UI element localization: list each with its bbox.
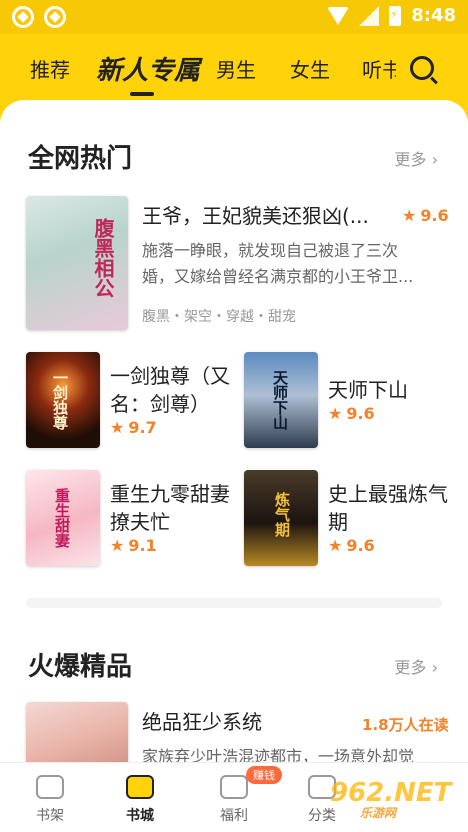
book-title[interactable]: 重生九零甜妻 撩夫忙 (110, 480, 240, 536)
book-rating: ★ 9.6 (402, 206, 449, 225)
more-link-hot[interactable]: 更多 › (395, 146, 439, 170)
bottom-nav-label: 书城 (126, 808, 154, 824)
site-watermark: 962.NET 乐游网 (330, 778, 452, 820)
star-icon: ★ (110, 536, 125, 555)
book-cover[interactable]: 炼气期 (244, 470, 318, 566)
tab-male[interactable]: 男生 (216, 54, 256, 83)
book-rating: ★ 9.1 (110, 536, 157, 555)
book-cover[interactable]: 重生甜妻 (26, 470, 100, 566)
search-icon[interactable] (410, 56, 434, 80)
wifi-icon (327, 6, 350, 25)
book-cover[interactable]: 天师下山 (244, 352, 318, 448)
cover-title-art: 重生甜妻 (53, 488, 71, 548)
book-description: 家族弃少叶浩混迹都市，一场意外却觉 (142, 747, 415, 762)
cover-title-art: 天师下山 (271, 370, 289, 430)
book-title[interactable]: 史上最强炼气 期 (328, 480, 458, 536)
top-tab-bar: 推荐 新人专属 男生 女生 听书 (0, 34, 468, 104)
book-title[interactable]: 王爷，王妃貌美还狠凶(... (142, 202, 369, 230)
gift-icon (220, 775, 248, 799)
book-rating: ★ 9.6 (328, 536, 375, 555)
bottom-nav-label: 书架 (36, 808, 64, 824)
bottom-nav-label: 福利 (220, 808, 248, 824)
cover-title-art: 腹黑相公 (91, 218, 115, 298)
cover-title-art: 炼气期 (273, 492, 291, 537)
bookstore-icon (126, 775, 154, 799)
signal-icon (359, 5, 380, 26)
book-rating: ★ 9.6 (328, 404, 375, 423)
book-description: 施落一睁眼，就发现自己被退了三次 婚，又嫁给曾经名满京都的小王爷卫... (142, 241, 414, 286)
book-cover[interactable] (26, 702, 128, 762)
book-title[interactable]: 绝品狂少系统 (142, 708, 262, 736)
section-divider (26, 598, 442, 608)
app-notification-icon (44, 6, 66, 28)
more-link-boutique[interactable]: 更多 › (395, 654, 439, 678)
bottom-nav-bookshelf[interactable]: 书架 (0, 763, 100, 832)
bookshelf-icon (36, 775, 64, 799)
book-cover[interactable]: 一剑独尊 (26, 352, 100, 448)
tab-female[interactable]: 女生 (290, 54, 330, 83)
star-icon: ★ (402, 206, 417, 225)
battery-icon (389, 5, 402, 26)
tab-audiobook[interactable]: 听书 (362, 54, 396, 83)
readers-count: 1.8万人在读 (362, 716, 449, 734)
star-icon: ★ (110, 418, 125, 437)
section-title-hot: 全网热门 (28, 144, 133, 174)
bottom-nav-bookstore[interactable]: 书城 (90, 763, 190, 832)
book-title[interactable]: 一剑独尊（又 名：剑尊） (110, 362, 230, 418)
notification-icons (12, 6, 66, 28)
star-icon: ★ (328, 404, 343, 423)
book-rating: ★ 9.7 (110, 418, 157, 437)
tab-recommend[interactable]: 推荐 (30, 54, 70, 83)
section-title-boutique: 火爆精品 (28, 652, 133, 682)
book-cover[interactable]: 腹黑相公 (26, 196, 128, 330)
cover-title-art: 一剑独尊 (51, 370, 69, 430)
main-content: 全网热门 更多 › 腹黑相公 王爷，王妃貌美还狠凶(... ★ 9.6 施落一睁眼… (0, 100, 468, 762)
star-icon: ★ (328, 536, 343, 555)
status-time: 8:48 (411, 5, 456, 26)
status-bar: 8:48 (0, 0, 468, 34)
book-title[interactable]: 天师下山 (328, 376, 448, 404)
app-notification-icon (12, 6, 34, 28)
tab-newcomer[interactable]: 新人专属 (96, 50, 200, 87)
earn-money-badge: 赚钱 (246, 766, 282, 784)
active-tab-indicator (130, 92, 154, 96)
book-tags: 腹黑・架空・穿越・甜宠 (142, 309, 296, 325)
